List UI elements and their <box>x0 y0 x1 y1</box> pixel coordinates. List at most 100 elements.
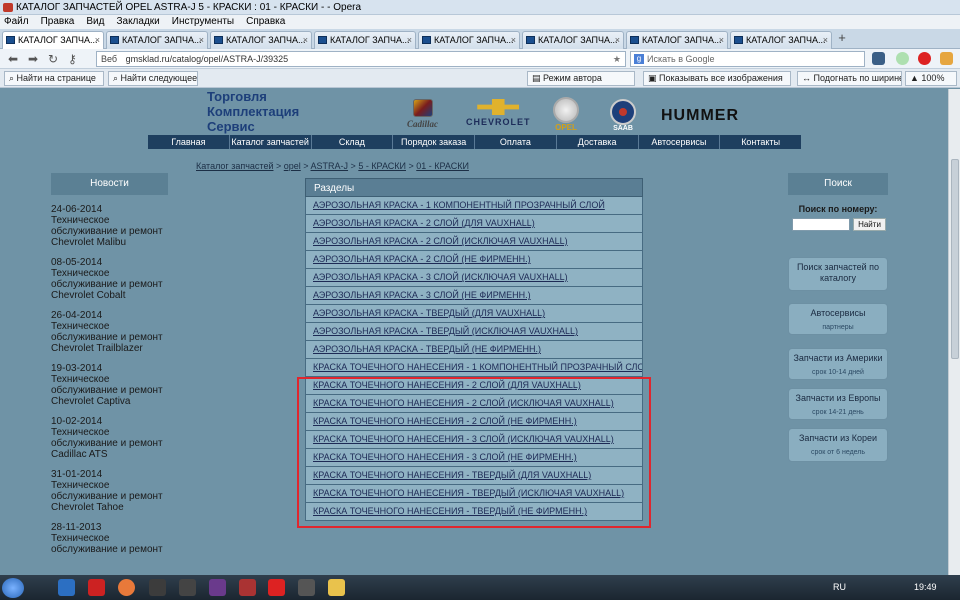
nav-payment[interactable]: Оплата <box>475 135 557 149</box>
opera-menu-icon[interactable] <box>918 52 931 65</box>
tab[interactable]: КАТАЛОГ ЗАПЧА... × <box>314 31 416 49</box>
tab[interactable]: КАТАЛОГ ЗАПЧА... × <box>626 31 728 49</box>
news-item[interactable]: 24-06-2014 Техническое обслуживание и рем… <box>51 204 176 248</box>
ie-icon[interactable] <box>58 579 75 596</box>
reader-mode-button[interactable]: ▤ Режим автора <box>527 71 635 86</box>
show-images-button[interactable]: ▣ Показывать все изображения <box>643 71 791 86</box>
section-link[interactable]: АЭРОЗОЛЬНАЯ КРАСКА - 3 СЛОЙ (НЕ ФИРМЕНН.… <box>305 287 643 305</box>
nav-catalog[interactable]: Каталог запчастей <box>230 135 312 149</box>
turbo-icon[interactable] <box>896 52 909 65</box>
korea-parts-box[interactable]: Запчасти из Кореи срок от 6 недель <box>788 428 888 462</box>
america-parts-box[interactable]: Запчасти из Америки срок 10-14 дней <box>788 348 888 380</box>
back-icon[interactable]: ⬅ <box>8 52 18 66</box>
close-icon[interactable]: × <box>407 32 412 48</box>
box-title: Запчасти из Кореи <box>798 433 878 443</box>
section-link[interactable]: АЭРОЗОЛЬНАЯ КРАСКА - ТВЕРДЫЙ (ИСКЛЮЧАЯ V… <box>305 323 643 341</box>
language-indicator[interactable]: RU <box>833 581 846 593</box>
address-field[interactable]: Веб gmsklad.ru/catalog/opel/ASTRA-J/3932… <box>96 51 626 67</box>
breadcrumb-link[interactable]: 01 - КРАСКИ <box>416 161 469 171</box>
terminal-icon[interactable] <box>179 579 196 596</box>
find-next-button[interactable]: ⌕ Найти следующее <box>108 71 198 86</box>
app-icon[interactable] <box>149 579 166 596</box>
section-link[interactable]: АЭРОЗОЛЬНАЯ КРАСКА - 2 СЛОЙ (ДЛЯ VAUXHAL… <box>305 215 643 233</box>
opera-taskbar-icon[interactable] <box>88 579 105 596</box>
news-item[interactable]: 10-02-2014 Техническое обслуживание и рем… <box>51 416 176 460</box>
section-link[interactable]: АЭРОЗОЛЬНАЯ КРАСКА - 2 СЛОЙ (ИСКЛЮЧАЯ VA… <box>305 233 643 251</box>
breadcrumb-link[interactable]: Каталог запчастей <box>196 161 273 171</box>
close-icon[interactable]: × <box>511 32 516 48</box>
close-icon[interactable]: × <box>199 32 204 48</box>
fit-width-button[interactable]: ↔ Подогнать по ширине <box>797 71 902 86</box>
europe-parts-box[interactable]: Запчасти из Европы срок 14-21 день <box>788 388 888 420</box>
saab-logo: SAAB <box>610 99 636 132</box>
web-badge: Веб <box>101 54 118 64</box>
nav-ordering[interactable]: Порядок заказа <box>393 135 475 149</box>
find-button[interactable]: Найти <box>853 218 886 231</box>
section-link[interactable]: АЭРОЗОЛЬНАЯ КРАСКА - 2 СЛОЙ (НЕ ФИРМЕНН.… <box>305 251 643 269</box>
part-number-input[interactable] <box>792 218 850 231</box>
section-link[interactable]: АЭРОЗОЛЬНАЯ КРАСКА - ТВЕРДЫЙ (НЕ ФИРМЕНН… <box>305 341 643 359</box>
tab[interactable]: КАТАЛОГ ЗАПЧА... × <box>418 31 520 49</box>
nav-home[interactable]: Главная <box>148 135 230 149</box>
section-link[interactable]: АЭРОЗОЛЬНАЯ КРАСКА - ТВЕРДЫЙ (ДЛЯ VAUXHA… <box>305 305 643 323</box>
menu-view[interactable]: Вид <box>86 15 104 29</box>
scrollbar-thumb[interactable] <box>951 159 959 359</box>
tab[interactable]: КАТАЛОГ ЗАПЧА... × <box>730 31 832 49</box>
zoom-dropdown[interactable]: ▲ 100% <box>905 71 957 86</box>
news-item[interactable]: 28-11-2013 Техническое обслуживание и рем… <box>51 522 176 555</box>
breadcrumb-link[interactable]: 5 - КРАСКИ <box>358 161 406 171</box>
breadcrumb-link[interactable]: ASTRA-J <box>311 161 349 171</box>
site-logo[interactable]: Торговля Комплектация Сервис <box>207 89 299 134</box>
news-item[interactable]: 26-04-2014 Техническое обслуживание и рем… <box>51 310 176 354</box>
menu-file[interactable]: Файл <box>4 15 29 29</box>
box-subtitle: срок 14-21 день <box>812 409 864 416</box>
extension-icon[interactable] <box>940 52 953 65</box>
close-icon[interactable]: × <box>95 32 100 48</box>
menu-edit[interactable]: Правка <box>41 15 75 29</box>
new-tab-button[interactable]: + <box>834 31 850 47</box>
nav-warehouse[interactable]: Склад <box>312 135 394 149</box>
news-item[interactable]: 19-03-2014 Техническое обслуживание и рем… <box>51 363 176 407</box>
tab[interactable]: КАТАЛОГ ЗАПЧА... × <box>522 31 624 49</box>
close-icon[interactable]: × <box>303 32 308 48</box>
visual-studio-icon[interactable] <box>209 579 226 596</box>
close-icon[interactable]: × <box>615 32 620 48</box>
close-icon[interactable]: × <box>719 32 724 48</box>
menu-tools[interactable]: Инструменты <box>172 15 234 29</box>
app-icon[interactable] <box>298 579 315 596</box>
forward-icon[interactable]: ➡ <box>28 52 38 66</box>
nav-contacts[interactable]: Контакты <box>720 135 801 149</box>
window-title: КАТАЛОГ ЗАПЧАСТЕЙ OPEL ASTRA-J 5 - КРАСК… <box>16 2 362 13</box>
star-icon[interactable]: ★ <box>613 52 621 66</box>
folder-icon[interactable] <box>328 579 345 596</box>
panel-icon[interactable] <box>872 52 885 65</box>
news-item[interactable]: 31-01-2014 Техническое обслуживание и рем… <box>51 469 176 513</box>
section-link[interactable]: АЭРОЗОЛЬНАЯ КРАСКА - 1 КОМПОНЕНТНЫЙ ПРОЗ… <box>305 197 643 215</box>
vertical-scrollbar[interactable] <box>948 89 960 575</box>
tab[interactable]: КАТАЛОГ ЗАПЧА... × <box>106 31 208 49</box>
nav-autoservices[interactable]: Автосервисы <box>639 135 721 149</box>
section-link[interactable]: КРАСКА ТОЧЕЧНОГО НАНЕСЕНИЯ - 1 КОМПОНЕНТ… <box>305 359 643 377</box>
key-icon[interactable]: ⚷ <box>68 52 77 66</box>
tab[interactable]: КАТАЛОГ ЗАПЧА... × <box>210 31 312 49</box>
nav-delivery[interactable]: Доставка <box>557 135 639 149</box>
news-item[interactable]: 08-05-2014 Техническое обслуживание и рем… <box>51 257 176 301</box>
menu-bookmarks[interactable]: Закладки <box>116 15 159 29</box>
tab-label: КАТАЛОГ ЗАПЧА... <box>18 35 98 45</box>
close-icon[interactable]: × <box>823 32 828 48</box>
reload-icon[interactable]: ↻ <box>48 52 58 66</box>
firefox-icon[interactable] <box>118 579 135 596</box>
tab[interactable]: КАТАЛОГ ЗАПЧА... × <box>2 31 104 49</box>
search-field[interactable]: g Искать в Google <box>630 51 865 67</box>
favicon-icon <box>110 36 119 44</box>
catalog-search-box[interactable]: Поиск запчастей по каталогу <box>788 257 888 291</box>
opera-active-icon[interactable] <box>268 579 285 596</box>
section-link[interactable]: АЭРОЗОЛЬНАЯ КРАСКА - 3 СЛОЙ (ИСКЛЮЧАЯ VA… <box>305 269 643 287</box>
breadcrumb-link[interactable]: opel <box>284 161 301 171</box>
menu-help[interactable]: Справка <box>246 15 285 29</box>
start-button-icon[interactable] <box>2 578 24 598</box>
autoservices-box[interactable]: Автосервисы партнеры <box>788 303 888 335</box>
app-icon[interactable] <box>239 579 256 596</box>
find-on-page-field[interactable]: ⌕ Найти на странице <box>4 71 104 86</box>
clock[interactable]: 19:49 <box>914 581 937 593</box>
